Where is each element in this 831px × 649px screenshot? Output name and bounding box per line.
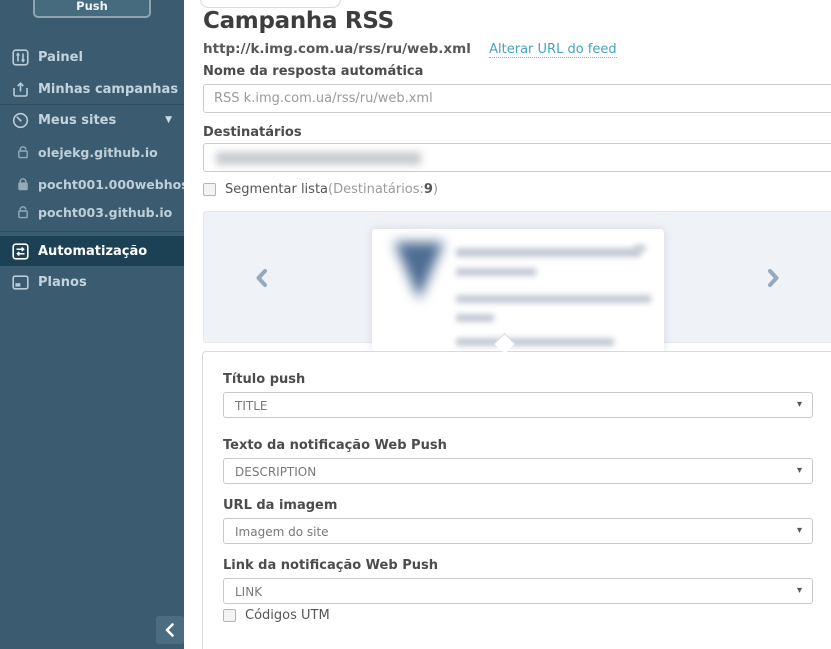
segment-count: 9 (423, 182, 433, 197)
sidebar-site-label: pocht001.000webhostapp.c (38, 176, 184, 192)
select-caret-icon: ▾ (796, 465, 802, 476)
sidebar-item-planos[interactable]: Planos (0, 267, 184, 297)
blurred-text-line (456, 314, 494, 322)
app-window: Push Painel Minhas campanhas Meus sites … (0, 0, 831, 649)
sidebar-collapse-button[interactable] (156, 616, 184, 644)
sidebar-item-label: Meus sites (38, 112, 117, 128)
autoresponder-name-input[interactable] (203, 84, 831, 113)
push-image-label: URL da imagem (223, 498, 338, 513)
feed-url-row: http://k.img.com.ua/rss/ru/web.xml Alter… (203, 41, 617, 58)
blurred-selected-value (216, 152, 421, 165)
push-text-value: DESCRIPTION (235, 465, 317, 479)
segment-hint-close: ) (432, 182, 439, 197)
sidebar-site-olejekg[interactable]: olejekg.github.io (0, 138, 184, 166)
segment-hint-open: (Destinatários: (328, 182, 424, 197)
push-image-select[interactable]: Imagem do site ▾ (223, 518, 813, 544)
push-title-value: TITLE (235, 399, 268, 413)
chevron-down-icon: ▼ (165, 115, 172, 125)
notification-preview-panel (203, 211, 831, 353)
blurred-text-line (456, 295, 651, 303)
sidebar-item-meus-sites[interactable]: Meus sites ▼ (0, 105, 184, 135)
push-title-label: Título push (223, 372, 306, 387)
recipients-select[interactable]: ▼ (203, 143, 831, 172)
blurred-text-line (456, 268, 536, 276)
dashboard-icon (12, 48, 29, 66)
push-link-select[interactable]: LINK ▾ (223, 578, 813, 604)
carousel-next-button[interactable] (766, 268, 782, 288)
page-title: Campanha RSS (203, 8, 394, 34)
push-title-select[interactable]: TITLE ▾ (223, 392, 813, 418)
sidebar-site-label: olejekg.github.io (38, 144, 158, 160)
sites-icon (12, 112, 29, 129)
blurred-text-line (456, 248, 641, 257)
sidebar-item-minhas-campanhas[interactable]: Minhas campanhas (0, 74, 184, 104)
plans-icon (12, 274, 29, 291)
blurred-text-line (456, 338, 614, 346)
feed-url: http://k.img.com.ua/rss/ru/web.xml (203, 41, 471, 57)
sidebar: Push Painel Minhas campanhas Meus sites … (0, 0, 184, 649)
segment-list-row: Segmentar lista (Destinatários: 9) (203, 182, 438, 197)
push-text-label: Texto da notificação Web Push (223, 438, 447, 453)
select-caret-icon: ▾ (796, 525, 802, 536)
push-text-select[interactable]: DESCRIPTION ▾ (223, 458, 813, 484)
select-caret-icon: ▾ (796, 585, 802, 596)
automation-icon (12, 242, 29, 260)
segment-list-checkbox[interactable] (203, 183, 216, 196)
chevron-left-icon (165, 623, 175, 637)
utm-codes-label: Códigos UTM (245, 608, 330, 623)
sidebar-item-label: Minhas campanhas (38, 81, 179, 97)
sidebar-site-pocht003[interactable]: pocht003.github.io (0, 198, 184, 226)
sidebar-item-label: Painel (38, 49, 83, 65)
utm-codes-row: Códigos UTM (223, 608, 330, 623)
blurred-site-logo (394, 242, 444, 300)
top-tab-pill[interactable] (200, 0, 341, 8)
push-campaign-button[interactable]: Push (33, 0, 151, 18)
sidebar-site-pocht001[interactable]: pocht001.000webhostapp.c (0, 170, 184, 198)
sidebar-item-label: Automatização (38, 243, 148, 259)
utm-codes-checkbox[interactable] (223, 609, 236, 622)
blurred-close-icon (634, 245, 646, 251)
sidebar-item-painel[interactable]: Painel (0, 42, 184, 72)
carousel-prev-button[interactable] (254, 268, 270, 288)
select-caret-icon: ▾ (796, 399, 802, 410)
sidebar-site-label: pocht003.github.io (38, 204, 173, 220)
lock-icon (17, 205, 29, 219)
lock-icon (17, 177, 29, 191)
main-content: Campanha RSS http://k.img.com.ua/rss/ru/… (184, 0, 831, 649)
autoresponder-name-label: Nome da resposta automática (203, 64, 424, 79)
push-campaign-button-label: Push (76, 0, 108, 13)
recipients-label: Destinatários (203, 125, 302, 140)
lock-icon (17, 145, 29, 159)
push-image-value: Imagem do site (235, 525, 329, 539)
change-feed-url-link[interactable]: Alterar URL do feed (489, 42, 617, 58)
notification-preview-card (372, 229, 664, 353)
push-message-form: Título push TITLE ▾ Texto da notificação… (202, 351, 831, 649)
push-link-label: Link da notificação Web Push (223, 558, 438, 573)
push-link-value: LINK (235, 585, 263, 599)
segment-list-label: Segmentar lista (225, 182, 329, 197)
campaigns-icon (12, 81, 29, 98)
sidebar-item-label: Planos (38, 274, 87, 290)
sidebar-divider (0, 231, 184, 232)
sidebar-item-automatizacao[interactable]: Automatização (0, 236, 184, 266)
